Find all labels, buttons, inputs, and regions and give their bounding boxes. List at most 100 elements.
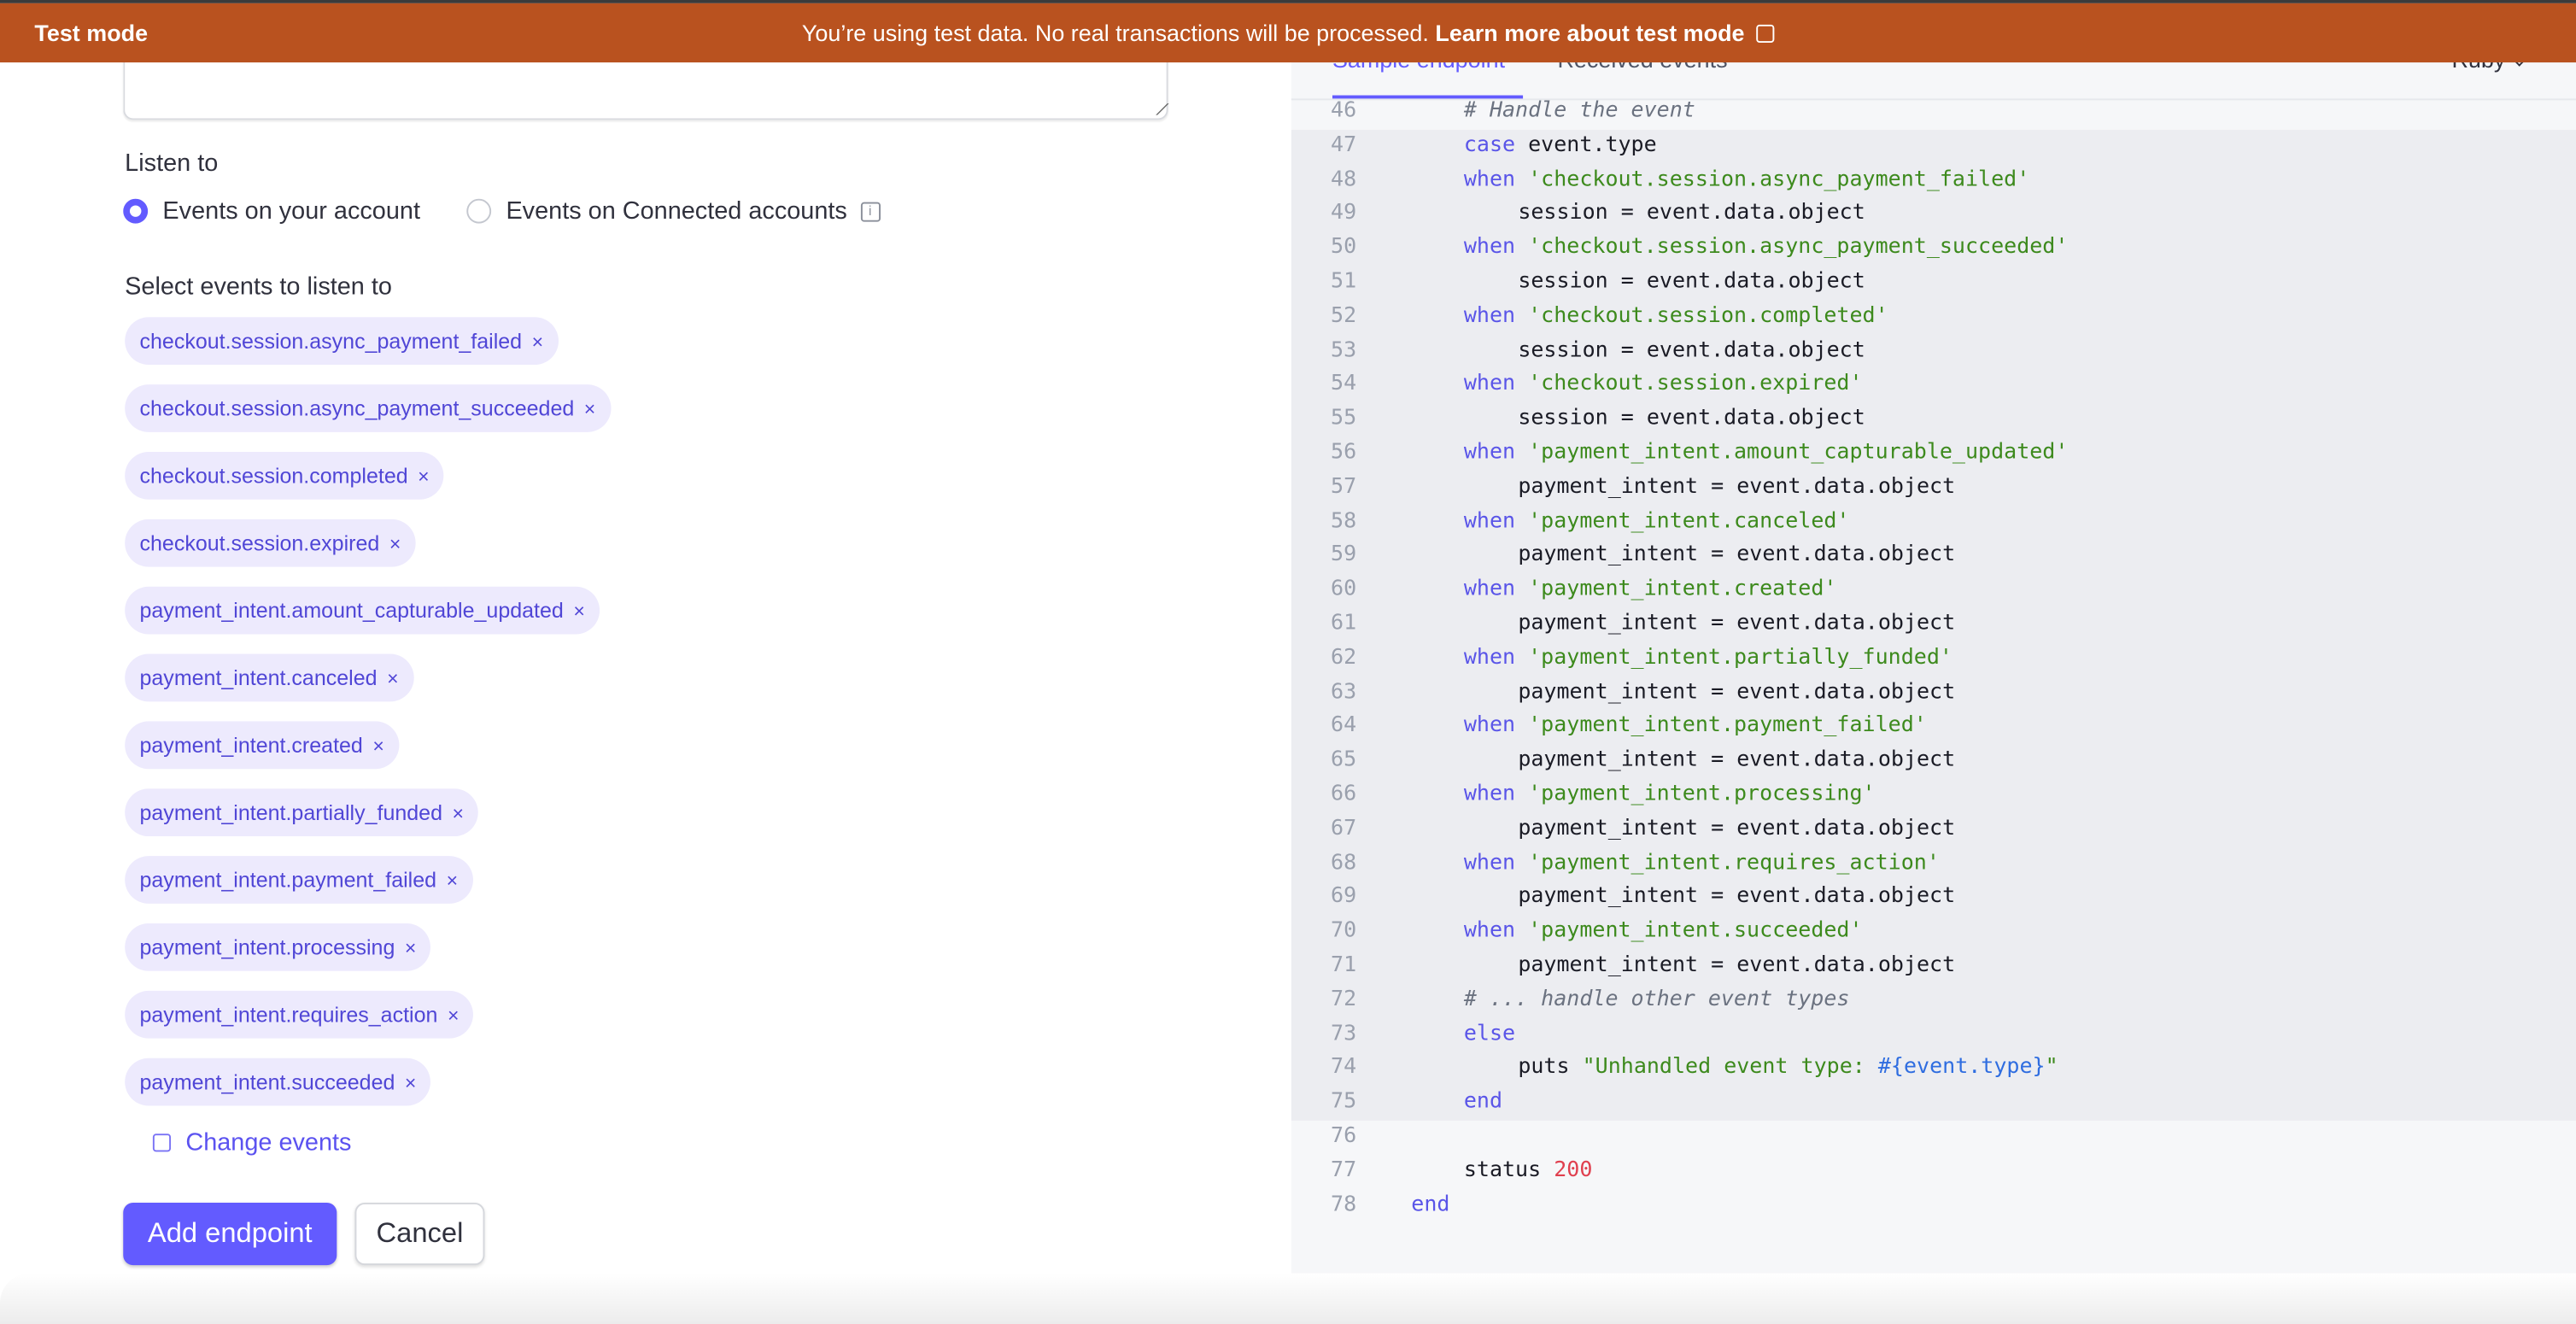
remove-event-icon[interactable]: × [448, 1003, 459, 1026]
event-chip: payment_intent.payment_failed × [125, 856, 610, 904]
event-chip-pill: checkout.session.async_payment_failed × [125, 317, 559, 366]
remove-event-icon[interactable]: × [573, 599, 584, 622]
line-number: 48 [1331, 167, 1357, 192]
event-chip-label: payment_intent.amount_capturable_updated [139, 598, 564, 624]
code-token: 'payment_intent.amount_capturable_update… [1528, 440, 2069, 466]
code-token: 'payment_intent.processing' [1528, 782, 1876, 807]
code-token: session = event.data.object [1518, 201, 1865, 226]
radio-unselected-icon[interactable] [466, 198, 492, 224]
event-chip: payment_intent.requires_action × [125, 990, 610, 1039]
code-text: when 'payment_intent.payment_failed' [1464, 711, 1927, 745]
line-number: 72 [1331, 987, 1357, 1012]
code-token: 'payment_intent.canceled' [1528, 508, 1850, 534]
code-text: when 'checkout.session.async_payment_fai… [1464, 164, 2029, 198]
code-token: session = event.data.object [1518, 269, 1865, 295]
code-text: payment_intent = event.data.object [1518, 540, 1955, 574]
radio-connected-accounts[interactable]: Events on Connected accounts i [466, 196, 881, 226]
remove-event-icon[interactable]: × [584, 397, 595, 420]
code-token: when [1463, 782, 1516, 807]
line-number: 50 [1331, 235, 1357, 261]
event-chip-label: payment_intent.canceled [139, 665, 378, 690]
code-token: payment_intent = event.data.object [1518, 884, 1956, 910]
line-number: 64 [1331, 713, 1357, 739]
code-token: when [1463, 850, 1516, 876]
code-token: #{event.type} [1877, 1055, 2046, 1081]
code-token: puts [1518, 1055, 1583, 1081]
code-token: when [1463, 645, 1516, 671]
line-number: 67 [1331, 816, 1357, 841]
remove-event-icon[interactable]: × [418, 464, 429, 487]
resize-handle-icon[interactable] [1144, 103, 1169, 115]
event-chip: checkout.session.expired × [125, 518, 610, 567]
code-text: else [1464, 1018, 1515, 1052]
change-events-link[interactable]: Change events [152, 1128, 352, 1157]
remove-event-icon[interactable]: × [405, 935, 416, 958]
remove-event-icon[interactable]: × [372, 734, 383, 757]
radio-label: Events on Connected accounts [506, 196, 847, 226]
test-mode-banner: Test mode You’re using test data. No rea… [0, 3, 2576, 63]
banner-text: You’re using test data. No real transact… [801, 20, 1429, 46]
event-chip: checkout.session.completed × [125, 451, 610, 500]
remove-event-icon[interactable]: × [405, 1070, 416, 1093]
event-chip-pill: payment_intent.created × [125, 721, 400, 770]
radio-your-account[interactable]: Events on your account [123, 197, 420, 226]
event-chip-pill: payment_intent.amount_capturable_updated… [125, 586, 600, 635]
line-number: 57 [1331, 474, 1357, 500]
code-text: status 200 [1464, 1155, 1593, 1189]
cancel-button[interactable]: Cancel [354, 1203, 485, 1266]
code-token: else [1463, 1021, 1516, 1046]
line-number: 74 [1331, 1055, 1357, 1081]
remove-event-icon[interactable]: × [387, 666, 398, 689]
code-token: end [1411, 1192, 1450, 1217]
code-token: payment_intent = event.data.object [1518, 474, 1956, 500]
event-chip: checkout.session.async_payment_succeeded… [125, 384, 611, 432]
event-chip-label: checkout.session.async_payment_failed [139, 328, 523, 354]
code-token: 'checkout.session.async_payment_succeede… [1528, 235, 2069, 261]
code-text: payment_intent = event.data.object [1518, 608, 1955, 642]
event-chip: payment_intent.amount_capturable_updated… [125, 586, 610, 635]
radio-selected-icon[interactable] [123, 198, 149, 224]
event-chip-label: payment_intent.payment_failed [139, 867, 437, 893]
remove-event-icon[interactable]: × [453, 801, 464, 824]
remove-event-icon[interactable]: × [389, 531, 401, 554]
code-text: session = event.data.object [1518, 198, 1865, 232]
line-number: 49 [1331, 201, 1357, 226]
learn-more-link[interactable]: Learn more about test mode [1435, 20, 1744, 46]
event-chip: payment_intent.succeeded × [125, 1057, 610, 1106]
change-events-label: Change events [185, 1128, 352, 1157]
remove-event-icon[interactable]: × [532, 330, 543, 353]
info-icon[interactable]: i [860, 201, 881, 221]
event-chip-pill: payment_intent.partially_funded × [125, 788, 479, 837]
code-text: puts "Unhandled event type: #{event.type… [1518, 1052, 2058, 1087]
code-token: when [1463, 577, 1516, 602]
add-endpoint-button[interactable]: Add endpoint [123, 1203, 337, 1266]
selected-events-list: checkout.session.async_payment_failed × ch… [125, 317, 611, 1125]
code-text: session = event.data.object [1518, 267, 1865, 301]
code-text: when 'payment_intent.partially_funded' [1464, 642, 1952, 677]
line-number: 58 [1331, 508, 1357, 534]
external-link-icon[interactable] [1755, 24, 1775, 44]
code-text: end [1464, 1087, 1502, 1121]
remove-event-icon[interactable]: × [447, 869, 458, 892]
code-text: # Handle the event [1464, 96, 1695, 130]
code-token: 'payment_intent.succeeded' [1528, 918, 1863, 944]
line-number: 70 [1331, 918, 1357, 944]
code-text: when 'payment_intent.canceled' [1464, 506, 1850, 540]
code-token: payment_intent = event.data.object [1518, 611, 1956, 636]
radio-label: Events on your account [162, 196, 420, 226]
code-text: when 'payment_intent.succeeded' [1464, 916, 1863, 950]
code-token: end [1463, 1089, 1503, 1115]
code-token: # Handle the event [1463, 98, 1695, 124]
line-number: 73 [1331, 1021, 1357, 1046]
code-token: "Unhandled event type: [1582, 1055, 1878, 1081]
code-token: when [1463, 508, 1516, 534]
